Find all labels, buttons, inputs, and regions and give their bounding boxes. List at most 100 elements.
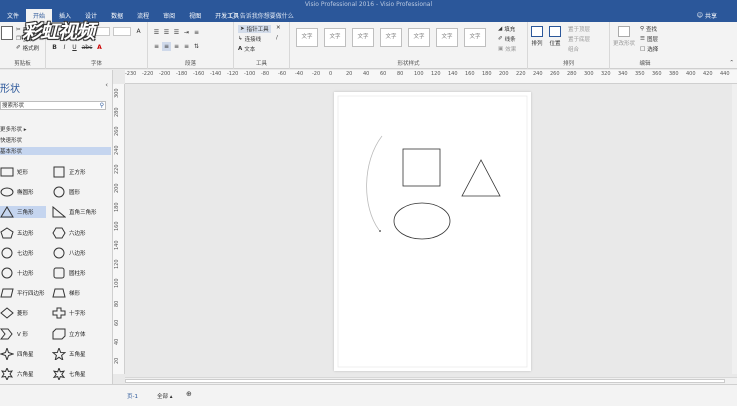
close-tool-icon[interactable]: ✕ xyxy=(276,25,281,31)
shape-style-2[interactable]: 文字 xyxy=(352,28,374,47)
quick-shapes-item[interactable]: 快速形状 xyxy=(0,136,22,144)
freeform-curve[interactable] xyxy=(366,135,383,231)
paste-button[interactable] xyxy=(1,26,13,40)
bold-button[interactable]: B xyxy=(50,43,59,52)
stencil-shape-8-right[interactable]: 立方体 xyxy=(52,328,86,340)
strikethrough-button[interactable]: abc xyxy=(80,43,94,52)
text-tool-button[interactable]: A 文本 xyxy=(238,45,255,53)
grow-font-button[interactable]: A xyxy=(134,27,143,36)
stencil-shape-8-left[interactable]: V 形 xyxy=(0,328,28,340)
change-shape-icon xyxy=(618,26,630,37)
group-button[interactable]: 组合 xyxy=(568,45,579,53)
shape-thumbnail-icon xyxy=(0,347,14,360)
underline-button[interactable]: U xyxy=(70,43,79,52)
text-direction-icon[interactable]: ⇅ xyxy=(192,42,201,51)
share-button[interactable]: ☺ 共享 xyxy=(697,11,717,20)
more-shapes-menu[interactable]: 更多形状 ▸ xyxy=(0,125,27,133)
stencil-shape-9-right[interactable]: 五角星 xyxy=(52,347,86,360)
stencil-shape-1-left[interactable]: 椭圆形 xyxy=(0,186,34,198)
stencil-shape-3-left[interactable]: 五边形 xyxy=(0,226,34,239)
line-tool-icon[interactable]: ∕ xyxy=(276,35,278,41)
stencil-shape-4-left[interactable]: 七边形 xyxy=(0,247,34,259)
find-button[interactable]: ⚲ 查找 xyxy=(640,25,657,33)
stencil-shape-3-right[interactable]: 六边形 xyxy=(52,227,86,239)
stencil-shape-5-left[interactable]: 十边形 xyxy=(0,267,34,279)
horizontal-scrollbar-thumb[interactable] xyxy=(125,379,725,383)
select-icon: □ xyxy=(640,46,646,52)
italic-button[interactable]: I xyxy=(60,43,69,52)
shape-thumbnail-icon xyxy=(53,166,65,178)
ruler-tick-label: 240 xyxy=(533,71,543,77)
align-button[interactable]: 排列 xyxy=(531,26,543,47)
fill-button[interactable]: ◢ 填充 xyxy=(498,25,515,33)
shape-style-3[interactable]: 文字 xyxy=(380,28,402,47)
indent-icon[interactable]: ⇥ xyxy=(182,28,191,37)
stencil-shape-1-right[interactable]: 圆形 xyxy=(52,186,80,198)
stencil-shape-10-left[interactable]: 六角星 xyxy=(0,368,34,380)
stencil-shape-4-right[interactable]: 八边形 xyxy=(52,247,86,259)
page-tab-1[interactable]: 页-1 xyxy=(127,392,138,400)
align-bottom-icon[interactable]: ☰ xyxy=(172,28,181,37)
square-shape[interactable] xyxy=(402,148,441,187)
collapse-ribbon-icon[interactable]: ⌃ xyxy=(729,60,734,66)
stencil-shape-2-right[interactable]: 直角三角形 xyxy=(52,206,97,218)
align-center-icon[interactable]: ≡ xyxy=(162,42,171,51)
search-shapes-input[interactable]: 搜索形状 ⚲ xyxy=(0,101,106,110)
horizontal-ruler[interactable]: -230 -220 -200 -180 -160 -140 -120 -100 -80 -60 -4… xyxy=(125,70,737,84)
tab-4[interactable]: 数据 xyxy=(104,9,130,22)
shape-style-1[interactable]: 文字 xyxy=(324,28,346,47)
shape-style-5[interactable]: 文字 xyxy=(436,28,458,47)
ellipse-shape[interactable] xyxy=(393,202,451,240)
stencil-shape-label: 直角三角形 xyxy=(69,210,97,217)
all-pages-button[interactable]: 全部 ▴ xyxy=(157,392,173,400)
tab-6[interactable]: 审阅 xyxy=(156,9,182,22)
shape-style-4[interactable]: 文字 xyxy=(408,28,430,47)
stencil-shape-9-left[interactable]: 四角星 xyxy=(0,347,34,360)
tab-7[interactable]: 视图 xyxy=(182,9,208,22)
change-shape-button[interactable]: 更改形状 xyxy=(613,26,635,47)
select-button[interactable]: □ 选择 xyxy=(640,45,658,53)
collapse-pane-icon[interactable]: ‹ xyxy=(105,81,108,89)
position-button[interactable]: 位置 xyxy=(549,26,561,47)
vertical-ruler[interactable]: 300 280 260 240 220 200 180 160 140 120 100 80 60 40 2… xyxy=(113,84,125,374)
stencil-shape-2-left[interactable]: 三角形 xyxy=(0,206,46,219)
font-color-button[interactable]: A xyxy=(95,43,104,52)
bullets-icon[interactable]: ≡ xyxy=(192,28,201,37)
add-page-icon[interactable]: ⊕ xyxy=(186,390,192,398)
stencil-shape-6-right[interactable]: 梯形 xyxy=(52,287,80,299)
effect-button[interactable]: ▣ 效果 xyxy=(498,45,516,53)
connector-button[interactable]: ↳ 连接线 xyxy=(238,35,261,43)
stencil-shape-0-left[interactable]: 矩形 xyxy=(0,166,28,178)
tell-me-box[interactable]: ◯ 告诉我你想要做什么 xyxy=(230,11,294,20)
shape-style-0[interactable]: 文字 xyxy=(296,28,318,47)
stencil-shape-5-right[interactable]: 圆柱形 xyxy=(52,267,86,279)
horizontal-scrollbar[interactable] xyxy=(125,377,737,384)
tab-5[interactable]: 流程 xyxy=(130,9,156,22)
drawing-canvas[interactable] xyxy=(125,84,732,374)
stencil-shape-7-left[interactable]: 菱形 xyxy=(0,307,28,320)
align-middle-icon[interactable]: ☰ xyxy=(162,28,171,37)
bring-to-front-button[interactable]: 置于顶层 xyxy=(568,25,590,33)
search-icon[interactable]: ⚲ xyxy=(100,102,104,110)
curve-endpoint-handle[interactable] xyxy=(379,230,381,232)
align-left-icon[interactable]: ≡ xyxy=(152,42,161,51)
font-size-select[interactable] xyxy=(113,27,131,36)
format-painter-button[interactable]: ✐ 格式刷 xyxy=(16,44,39,52)
shape-style-6[interactable]: 文字 xyxy=(464,28,486,47)
pointer-tool-button[interactable]: ➤ 指针工具 xyxy=(238,25,271,33)
stencil-shape-6-left[interactable]: 平行四边形 xyxy=(0,287,45,299)
align-right-icon[interactable]: ≡ xyxy=(172,42,181,51)
justify-icon[interactable]: ≡ xyxy=(182,42,191,51)
stencil-shape-0-right[interactable]: 正方形 xyxy=(52,166,86,178)
drawing-page[interactable] xyxy=(334,92,531,371)
ruler-tick-label: 20 xyxy=(114,357,120,364)
basic-shapes-item[interactable]: 基本形状 xyxy=(0,147,111,155)
line-button[interactable]: ✐ 线条 xyxy=(498,35,516,43)
vertical-scrollbar[interactable] xyxy=(732,84,737,374)
stencil-shape-10-right[interactable]: 七角星 xyxy=(52,368,86,380)
align-top-icon[interactable]: ☰ xyxy=(152,28,161,37)
triangle-shape[interactable] xyxy=(461,159,501,197)
stencil-shape-7-right[interactable]: 十字形 xyxy=(52,307,86,319)
layers-button[interactable]: ☰ 图层 xyxy=(640,35,658,43)
send-to-back-button[interactable]: 置于底层 xyxy=(568,35,590,43)
